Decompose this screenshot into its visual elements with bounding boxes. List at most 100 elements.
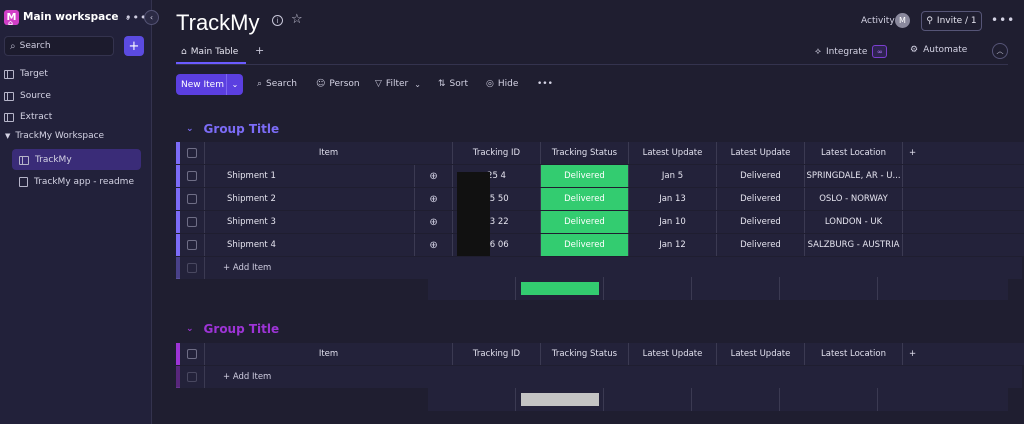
sidebar-item-readme[interactable]: TrackMy app - readme [19, 173, 134, 191]
column-header-tracking-status[interactable]: Tracking Status [541, 142, 629, 164]
activity-button[interactable]: Activity [861, 16, 895, 26]
sidebar-item-target[interactable]: Target [4, 65, 48, 83]
status-badge[interactable]: Delivered [541, 211, 629, 233]
status-summary-cell[interactable] [516, 277, 604, 300]
invite-button[interactable]: ⚲ Invite / 1 [921, 11, 982, 31]
status-summary-cell[interactable] [516, 388, 604, 411]
latest-update-cell[interactable]: Jan 5 [629, 165, 717, 187]
table-row[interactable]: Shipment 3 ⊕ 73 22 Delivered Jan 10 Deli… [176, 211, 1024, 233]
latest-update-cell-2[interactable]: Delivered [717, 211, 805, 233]
table-row[interactable]: Shipment 1 ⊕ 25 4 Delivered Jan 5 Delive… [176, 165, 1024, 187]
conversation-icon[interactable]: ⊕ [414, 165, 452, 187]
latest-update-cell-2[interactable]: Delivered [717, 188, 805, 210]
collapse-header-button[interactable]: ︿ [992, 43, 1008, 59]
location-cell[interactable]: SPRINGDALE, AR - U... [805, 165, 903, 187]
sort-button[interactable]: ⇅ Sort [438, 79, 468, 89]
item-cell[interactable]: Shipment 1 ⊕ [205, 165, 453, 187]
select-all-checkbox[interactable] [180, 343, 205, 365]
add-item-button[interactable]: + Add Item [205, 263, 271, 273]
status-badge[interactable]: Delivered [541, 165, 629, 187]
workspace-folder[interactable]: ▼ TrackMy Workspace [5, 131, 104, 141]
column-header-latest-update-2[interactable]: Latest Update [717, 343, 805, 365]
group-title[interactable]: ⌄ Group Title [186, 122, 279, 136]
row-checkbox[interactable] [180, 211, 205, 233]
status-summary-bar[interactable] [520, 282, 599, 295]
collapse-sidebar-button[interactable]: ‹ [144, 10, 159, 25]
location-cell[interactable]: LONDON - UK [805, 211, 903, 233]
avatar[interactable]: M [895, 13, 910, 28]
column-header-tracking-id[interactable]: Tracking ID [453, 343, 541, 365]
location-cell[interactable]: OSLO - NORWAY [805, 188, 903, 210]
group-title-label: Group Title [203, 122, 280, 136]
integrate-button[interactable]: ⟡ Integrate ∞ [815, 45, 888, 58]
more-icon[interactable]: ••• [991, 13, 1015, 27]
latest-update-cell-2[interactable]: Delivered [717, 165, 805, 187]
search-button[interactable]: ⌕ Search [257, 79, 297, 89]
sidebar-item-extract[interactable]: Extract [4, 108, 52, 126]
column-header-latest-update[interactable]: Latest Update [629, 142, 717, 164]
table-row[interactable]: Shipment 2 ⊕ 25 50 Delivered Jan 13 Deli… [176, 188, 1024, 210]
status-summary-bar[interactable] [520, 393, 599, 406]
latest-update-cell[interactable]: Jan 13 [629, 188, 717, 210]
chevron-down-icon[interactable]: ⌄ [227, 80, 243, 89]
column-header-item[interactable]: Item [205, 142, 453, 164]
add-view-button[interactable]: + [255, 44, 264, 57]
add-item-cell[interactable]: + Add Item [205, 257, 1022, 279]
latest-update-cell[interactable]: Jan 12 [629, 234, 717, 256]
item-cell[interactable]: Shipment 3 ⊕ [205, 211, 453, 233]
add-column-button[interactable]: + [903, 142, 1024, 164]
info-icon[interactable]: i [272, 15, 283, 26]
add-item-row[interactable]: + Add Item [176, 366, 1022, 388]
filter-icon: ▽ [375, 79, 382, 89]
star-icon[interactable]: ☆ [291, 12, 303, 27]
conversation-icon[interactable]: ⊕ [414, 188, 452, 210]
chevron-up-icon: ︿ [996, 47, 1004, 55]
add-column-button[interactable]: + [903, 343, 1024, 365]
latest-update-cell[interactable]: Jan 10 [629, 211, 717, 233]
column-header-latest-location[interactable]: Latest Location [805, 142, 903, 164]
row-checkbox[interactable] [180, 234, 205, 256]
add-item-button[interactable]: + Add Item [205, 372, 271, 382]
row-checkbox[interactable] [180, 165, 205, 187]
hide-button[interactable]: ◎ Hide [486, 79, 518, 89]
select-all-checkbox[interactable] [180, 142, 205, 164]
column-header-item[interactable]: Item [205, 343, 453, 365]
column-header-tracking-id[interactable]: Tracking ID [453, 142, 541, 164]
status-badge[interactable]: Delivered [541, 234, 629, 256]
group-title[interactable]: ⌄ Group Title [186, 322, 279, 336]
more-icon[interactable]: ••• [537, 79, 553, 89]
filter-button[interactable]: ▽ Filter ⌄ [375, 79, 425, 89]
column-header-tracking-status[interactable]: Tracking Status [541, 343, 629, 365]
conversation-icon[interactable]: ⊕ [414, 211, 452, 233]
latest-update-cell-2[interactable]: Delivered [717, 234, 805, 256]
item-cell[interactable]: Shipment 4 ⊕ [205, 234, 453, 256]
sidebar-search-input[interactable] [19, 41, 100, 51]
group-title-label: Group Title [203, 322, 280, 336]
hide-label: Hide [497, 79, 519, 89]
empty-cell [903, 211, 1024, 233]
row-checkbox[interactable] [180, 188, 205, 210]
person-button[interactable]: ☺ Person [316, 79, 360, 89]
location-cell[interactable]: SALZBURG - AUSTRIA [805, 234, 903, 256]
item-cell[interactable]: Shipment 2 ⊕ [205, 188, 453, 210]
tab-main-table[interactable]: ⌂ Main Table [176, 42, 246, 62]
add-item-row[interactable]: + Add Item [176, 257, 1022, 279]
automate-button[interactable]: ⚙ Automate [910, 45, 967, 55]
home-icon: ⌂ [181, 47, 187, 57]
new-item-button[interactable]: New Item ⌄ [176, 74, 243, 95]
add-button[interactable]: + [124, 36, 144, 56]
table-row[interactable]: Shipment 4 ⊕ 56 06 Delivered Jan 12 Deli… [176, 234, 1024, 256]
sidebar-item-source[interactable]: Source [4, 87, 51, 105]
column-header-latest-update-2[interactable]: Latest Update [717, 142, 805, 164]
column-header-latest-update[interactable]: Latest Update [629, 343, 717, 365]
summary-row [428, 388, 1008, 411]
add-item-cell[interactable]: + Add Item [205, 366, 1022, 388]
column-header-latest-location[interactable]: Latest Location [805, 343, 903, 365]
summary-cell [780, 277, 878, 300]
sidebar-item-trackmy[interactable]: TrackMy [19, 151, 72, 169]
conversation-icon[interactable]: ⊕ [414, 234, 452, 256]
sidebar-search[interactable]: ⌕ [4, 36, 114, 56]
item-name: Shipment 3 [227, 217, 276, 227]
workspace-name: Main workspace [23, 11, 119, 23]
status-badge[interactable]: Delivered [541, 188, 629, 210]
